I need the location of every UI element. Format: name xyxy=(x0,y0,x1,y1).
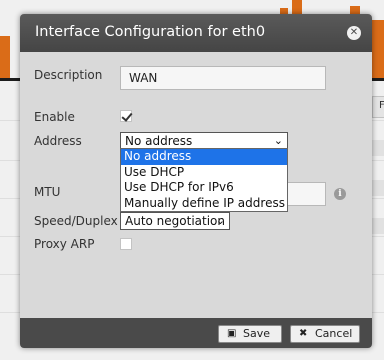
cancel-button-label: Cancel xyxy=(315,327,353,340)
address-dropdown: No address Use DHCP Use DHCP for IPv6 Ma… xyxy=(120,148,288,212)
description-label: Description xyxy=(34,68,103,82)
dialog-footer: ▣ Save ✖ Cancel xyxy=(20,318,372,348)
interface-config-dialog: Interface Configuration for eth0 ✕ Descr… xyxy=(20,14,372,348)
chevron-down-icon: ⌄ xyxy=(215,214,225,227)
speed-duplex-label: Speed/Duplex xyxy=(34,214,118,228)
enable-checkbox[interactable] xyxy=(120,110,132,122)
speed-duplex-value: Auto negotiation xyxy=(125,214,226,228)
description-field[interactable]: WAN xyxy=(120,66,326,90)
proxy-arp-checkbox[interactable] xyxy=(120,238,132,250)
save-icon: ▣ xyxy=(227,328,237,339)
proxy-arp-label: Proxy ARP xyxy=(34,237,95,251)
cancel-icon: ✖ xyxy=(299,328,308,339)
mtu-label: MTU xyxy=(34,185,61,199)
address-select-value: No address xyxy=(125,134,193,148)
chevron-down-icon: ⌄ xyxy=(273,134,283,147)
save-button[interactable]: ▣ Save xyxy=(218,325,282,343)
address-option[interactable]: Manually define IP address xyxy=(121,196,287,212)
enable-label: Enable xyxy=(34,110,75,124)
address-option[interactable]: Use DHCP xyxy=(121,165,287,181)
speed-duplex-select[interactable]: Auto negotiation ⌄ xyxy=(120,212,230,230)
dialog-title: Interface Configuration for eth0 xyxy=(35,24,266,40)
dialog-body: Description WAN Enable Address No addres… xyxy=(20,52,372,318)
address-option[interactable]: Use DHCP for IPv6 xyxy=(121,180,287,196)
address-option[interactable]: No address xyxy=(121,149,287,165)
dialog-titlebar[interactable]: Interface Configuration for eth0 ✕ xyxy=(20,14,372,52)
close-icon[interactable]: ✕ xyxy=(347,26,361,40)
save-button-label: Save xyxy=(243,327,271,340)
cancel-button[interactable]: ✖ Cancel xyxy=(290,325,360,343)
address-label: Address xyxy=(34,134,82,148)
info-icon[interactable]: i xyxy=(334,188,346,200)
